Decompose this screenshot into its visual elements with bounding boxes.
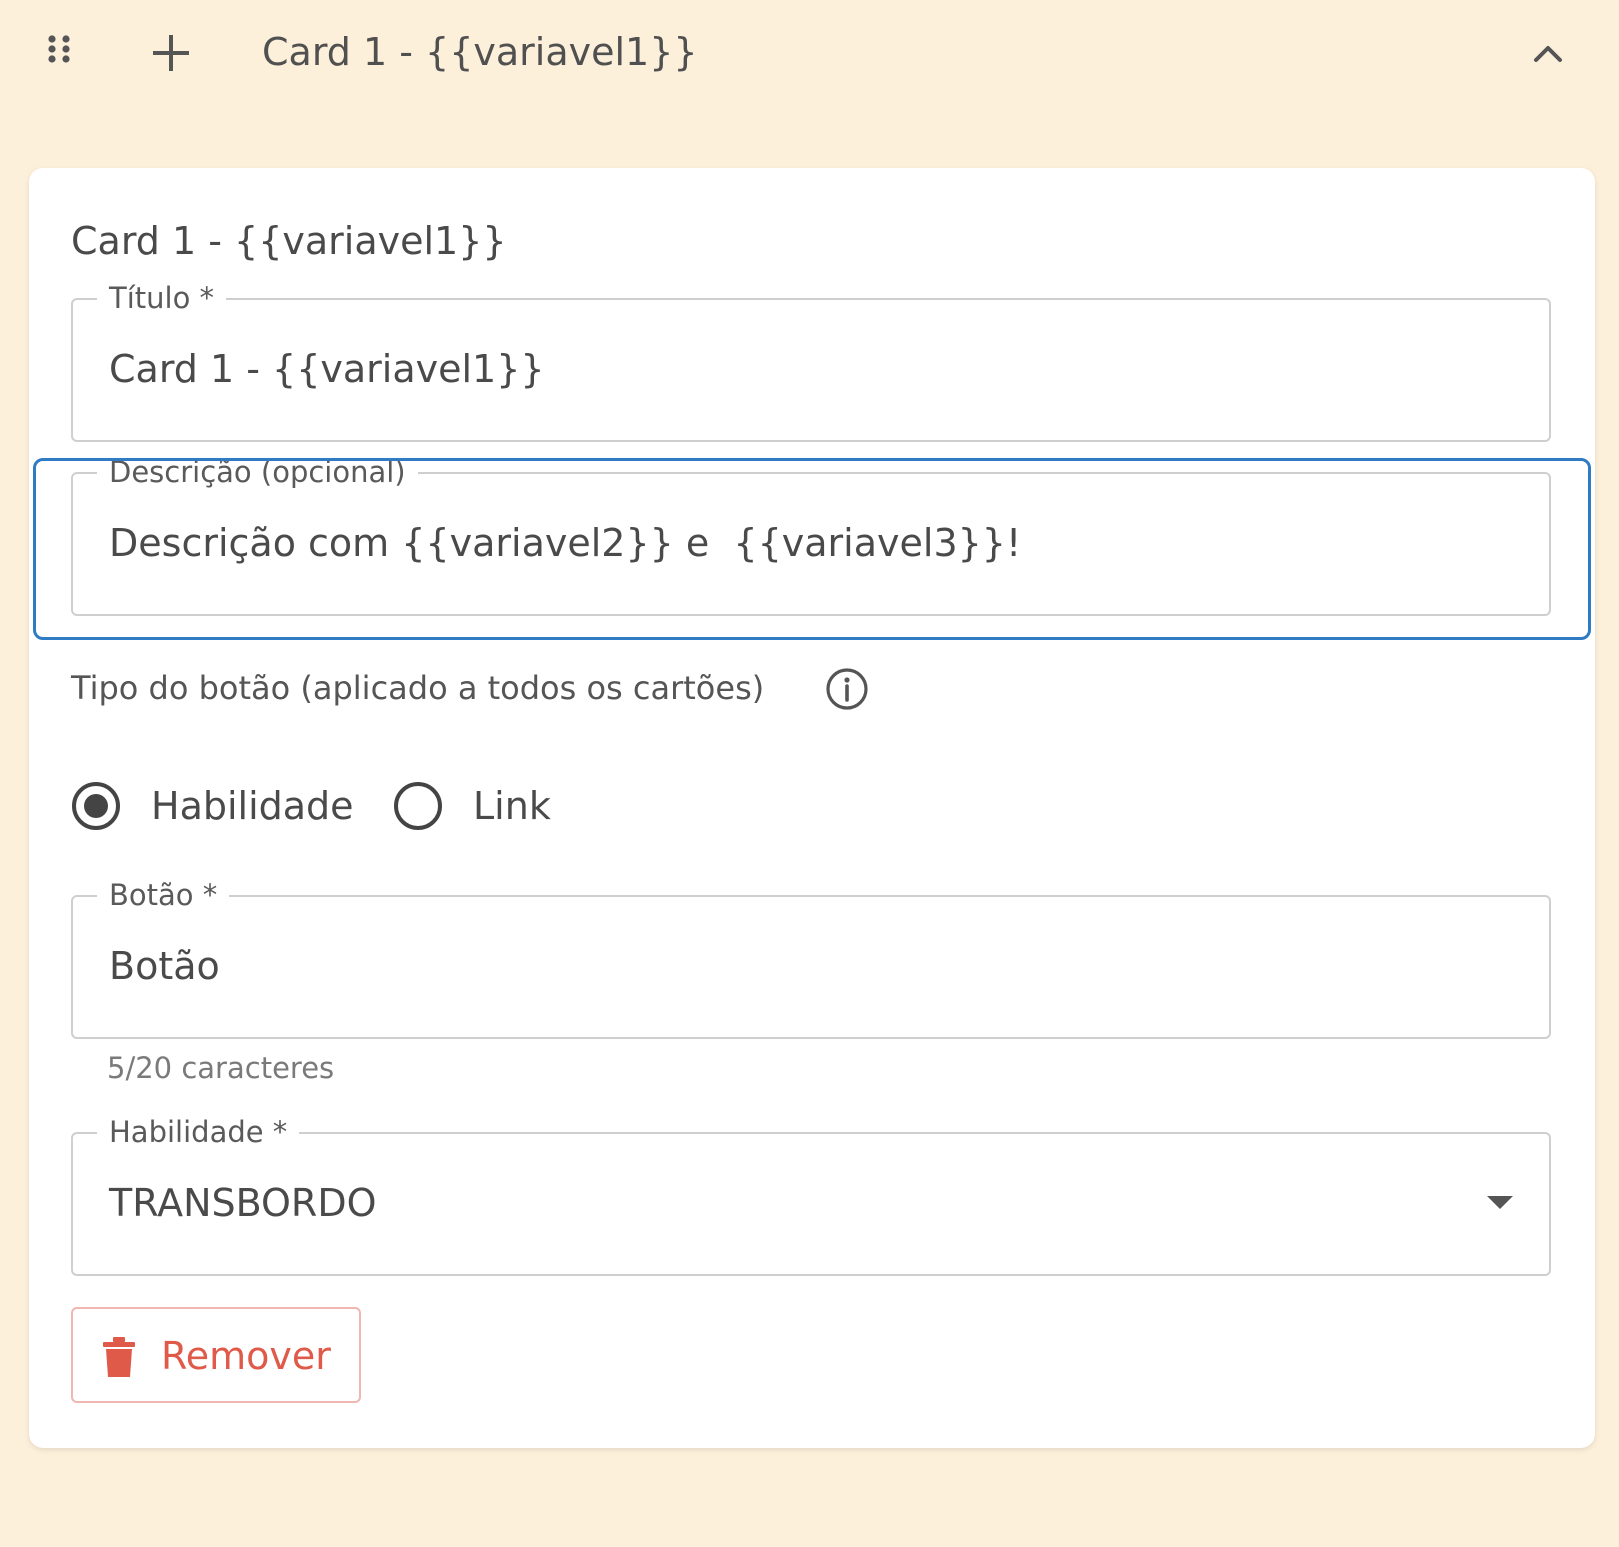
button-text-input[interactable] xyxy=(109,939,1489,993)
radio-unchecked-icon[interactable] xyxy=(393,781,443,831)
skill-select-value[interactable]: TRANSBORDO xyxy=(109,1176,1489,1230)
plus-icon[interactable] xyxy=(150,32,192,74)
title-field-label: Título * xyxy=(97,278,227,318)
description-field-label: Descrição (opcional) xyxy=(97,452,418,492)
radio-habilidade[interactable]: Habilidade xyxy=(71,778,361,834)
button-type-label: Tipo do botão (aplicado a todos os cartõ… xyxy=(71,669,765,707)
info-icon[interactable] xyxy=(825,667,869,711)
radio-habilidade-label: Habilidade xyxy=(151,784,354,828)
chevron-up-icon[interactable] xyxy=(1530,36,1566,72)
card-header[interactable]: Card 1 - {{variavel1}} xyxy=(0,0,1619,105)
skill-select[interactable]: Habilidade * TRANSBORDO xyxy=(71,1112,1551,1276)
radio-link[interactable]: Link xyxy=(393,778,563,834)
description-input[interactable] xyxy=(109,516,1489,570)
trash-icon xyxy=(103,1337,135,1377)
title-field[interactable]: Título * xyxy=(71,278,1551,442)
dropdown-arrow-icon[interactable] xyxy=(1487,1196,1513,1209)
remove-button-label: Remover xyxy=(161,1334,331,1378)
radio-link-label: Link xyxy=(473,784,551,828)
skill-select-label: Habilidade * xyxy=(97,1112,300,1152)
title-input[interactable] xyxy=(109,342,1489,396)
button-text-field-label: Botão * xyxy=(97,875,230,915)
card-panel: Card 1 - {{variavel1}} Título * Descriçã… xyxy=(29,168,1595,1448)
character-counter: 5/20 caracteres xyxy=(107,1051,335,1085)
card-title: Card 1 - {{variavel1}} xyxy=(71,219,507,263)
button-text-field[interactable]: Botão * xyxy=(71,875,1551,1039)
remove-button[interactable]: Remover xyxy=(71,1307,361,1403)
drag-handle-icon[interactable] xyxy=(46,33,74,73)
radio-checked-icon[interactable] xyxy=(71,781,121,831)
description-field[interactable]: Descrição (opcional) xyxy=(71,452,1551,616)
header-title: Card 1 - {{variavel1}} xyxy=(262,30,698,74)
